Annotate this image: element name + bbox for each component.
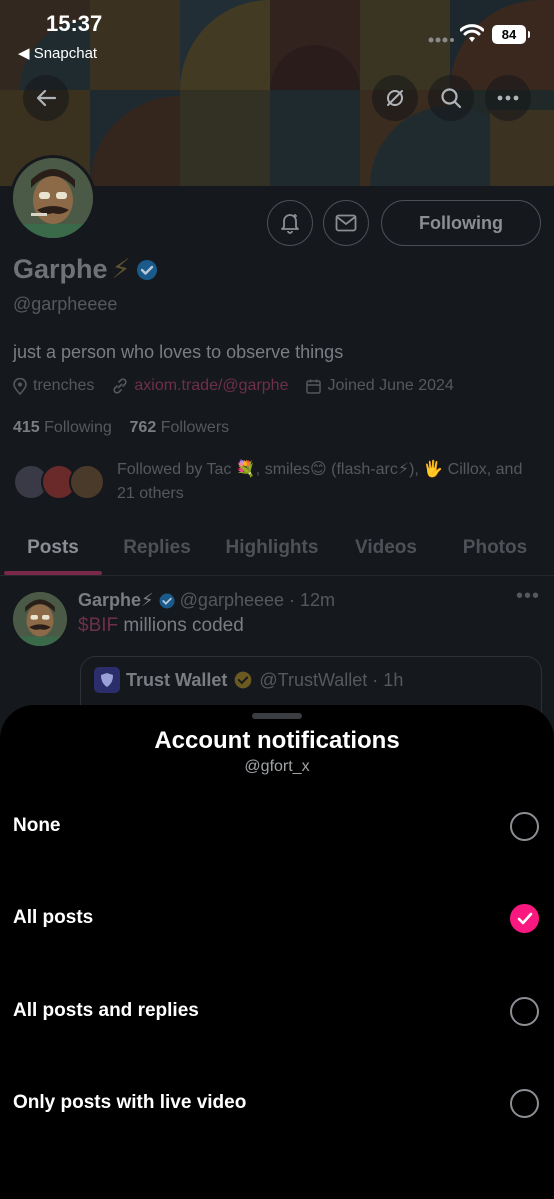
tab-highlights[interactable]: Highlights	[208, 520, 336, 575]
back-button[interactable]	[23, 75, 69, 121]
sheet-drag-handle[interactable]	[252, 713, 302, 719]
option-label: All posts	[13, 907, 94, 928]
sheet-title: Account notifications	[154, 727, 400, 754]
option-label: Only posts with live video	[13, 1092, 247, 1113]
post-header: Garphe⚡ @garpheeee · 12m	[78, 590, 335, 611]
post-author-avatar[interactable]	[13, 592, 67, 646]
calendar-icon	[306, 379, 322, 394]
follower-avatar	[69, 464, 105, 500]
sheet-subtitle: @gfort_x	[244, 758, 310, 775]
more-horizontal-icon	[497, 95, 519, 101]
followers-label[interactable]: Followers	[161, 419, 229, 436]
quoted-handle-time: @TrustWallet · 1h	[259, 669, 404, 690]
tab-videos[interactable]: Videos	[336, 520, 436, 575]
joined-item: Joined June 2024	[306, 377, 454, 395]
name-emoji: ⚡	[111, 254, 131, 284]
radio-selected[interactable]	[510, 904, 539, 933]
radio-unselected[interactable]	[510, 1089, 539, 1118]
verified-badge-icon	[136, 259, 157, 280]
account-notifications-sheet: Account notifications @gfort_x None All …	[0, 705, 554, 1199]
cellular-signal-icon	[428, 37, 454, 43]
profile-bio: just a person who loves to observe thing…	[13, 342, 344, 362]
quoted-author-name[interactable]: Trust Wallet	[126, 670, 227, 691]
status-time: 15:37	[46, 11, 103, 36]
tab-posts[interactable]: Posts	[0, 520, 106, 575]
message-button[interactable]	[323, 200, 369, 246]
verified-badge-icon	[159, 593, 175, 608]
radio-unselected[interactable]	[510, 812, 539, 841]
option-live-video[interactable]: Only posts with live video	[0, 1071, 554, 1137]
more-options-button[interactable]	[485, 75, 531, 121]
option-all-posts[interactable]: All posts	[0, 886, 554, 952]
following-label[interactable]: Following	[44, 419, 112, 436]
location-item: trenches	[13, 377, 94, 395]
location-pin-icon	[13, 377, 27, 395]
envelope-icon	[335, 214, 357, 232]
post-author-name[interactable]: Garphe⚡	[78, 590, 154, 611]
profile-name: Garphe ⚡	[13, 254, 159, 285]
trust-wallet-logo-icon	[94, 667, 120, 693]
follow-stats: 415 Following 762 Followers	[13, 419, 229, 437]
radio-unselected[interactable]	[510, 997, 539, 1026]
checkmark-icon	[517, 912, 532, 924]
cashtag-link[interactable]: $BIF	[78, 615, 118, 636]
profile-meta: trenches axiom.trade/@garphe Joined June…	[13, 377, 472, 395]
quoted-post-header: Trust Wallet @TrustWallet · 1h	[94, 667, 403, 693]
back-arrow-icon	[36, 89, 57, 107]
following-count[interactable]: 415	[13, 419, 40, 436]
followers-count[interactable]: 762	[130, 419, 157, 436]
link-icon	[113, 378, 127, 394]
followed-by-row[interactable]: Followed by Tac 💐, smiles😊 (flash-arc⚡),…	[13, 458, 543, 508]
post-body: millions coded	[118, 615, 244, 636]
post-handle-time: @garpheeee · 12m	[179, 590, 336, 610]
battery-indicator: 84	[492, 25, 530, 44]
grok-icon	[387, 90, 403, 106]
status-bar: 15:37 ◀ Snapchat 84	[0, 0, 554, 70]
joined-text: Joined June 2024	[327, 377, 454, 394]
following-button[interactable]: Following	[381, 200, 541, 246]
option-label: All posts and replies	[13, 1000, 199, 1021]
website-item[interactable]: axiom.trade/@garphe	[112, 377, 288, 395]
location-text: trenches	[33, 377, 95, 394]
option-all-posts-and-replies[interactable]: All posts and replies	[0, 979, 554, 1045]
profile-name-text: Garphe	[13, 254, 108, 284]
search-button[interactable]	[428, 75, 474, 121]
post-text: $BIF millions coded	[78, 615, 244, 637]
tab-photos[interactable]: Photos	[436, 520, 554, 575]
grok-button[interactable]	[372, 75, 418, 121]
wifi-icon	[460, 24, 484, 42]
profile-screen: 15:37 ◀ Snapchat 84 Following Garphe ⚡ @…	[0, 0, 554, 1199]
website-link[interactable]: axiom.trade/@garphe	[134, 377, 288, 395]
bell-plus-icon	[281, 214, 299, 234]
notifications-bell-button[interactable]	[267, 200, 313, 246]
profile-tabs: Posts Replies Highlights Videos Photos	[0, 520, 554, 576]
option-label: None	[13, 815, 61, 836]
tab-replies[interactable]: Replies	[106, 520, 208, 575]
post-more-icon[interactable]: •••	[516, 585, 540, 608]
gold-verified-badge-icon	[235, 671, 252, 689]
followed-by-text: Followed by Tac 💐, smiles😊 (flash-arc⚡),…	[117, 461, 523, 502]
profile-handle: @garpheeee	[13, 294, 118, 314]
profile-avatar[interactable]	[10, 155, 96, 241]
back-to-app-link[interactable]: ◀ Snapchat	[18, 44, 97, 62]
search-icon	[441, 88, 462, 109]
option-none[interactable]: None	[0, 794, 554, 860]
